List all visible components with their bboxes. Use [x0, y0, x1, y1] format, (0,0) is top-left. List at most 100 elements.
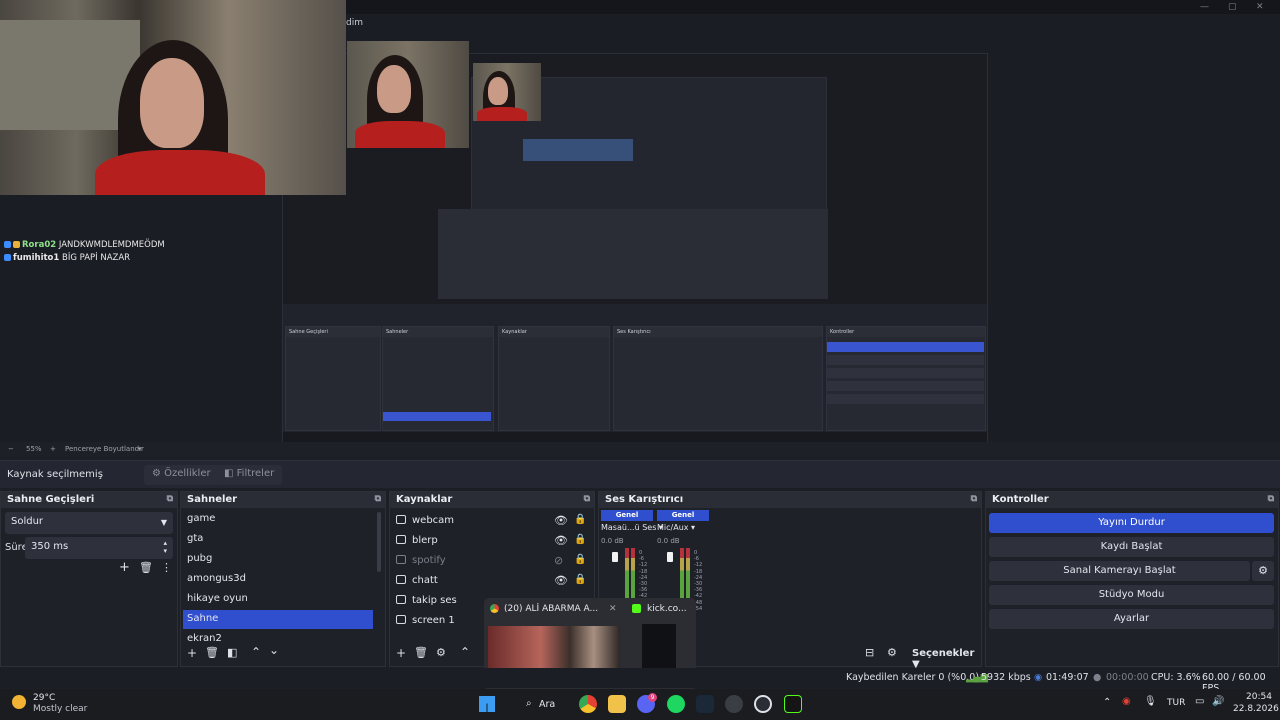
- weather-temp[interactable]: 29°C: [33, 693, 55, 703]
- microphone-icon[interactable]: 🎙: [1144, 696, 1157, 707]
- language-indicator[interactable]: TUR: [1167, 698, 1185, 708]
- source-item[interactable]: webcam 👁 🔒: [394, 512, 586, 531]
- more-vertical-icon[interactable]: ⋮: [161, 561, 172, 574]
- thumbnail-tab-title[interactable]: kick.co...: [647, 604, 687, 614]
- maximize-icon[interactable]: ▢: [1228, 2, 1237, 12]
- app-icon[interactable]: [725, 695, 743, 713]
- window-title: dim: [346, 18, 363, 28]
- search-icon[interactable]: ⌕: [526, 698, 532, 709]
- windows-start-icon[interactable]: [479, 696, 495, 712]
- trash-icon[interactable]: 🗑: [139, 561, 153, 574]
- scene-item-selected[interactable]: Sahne: [183, 610, 373, 629]
- gear-icon[interactable]: ⚙: [1252, 561, 1274, 581]
- virtual-cam-button[interactable]: Sanal Kamerayı Başlat: [989, 561, 1250, 581]
- undock-icon[interactable]: ⧉: [375, 494, 381, 504]
- scene-item[interactable]: hikaye oyun: [183, 590, 373, 609]
- stream-icon: ◉: [1034, 672, 1043, 683]
- source-item[interactable]: blerp 👁 🔒: [394, 532, 586, 551]
- advanced-audio-icon[interactable]: ⚙: [887, 646, 897, 659]
- channel-name: Masaü...ü Ses: [601, 523, 657, 532]
- obs-icon[interactable]: [754, 695, 772, 713]
- weather-desc[interactable]: Mostly clear: [33, 704, 87, 714]
- mixer-options-button[interactable]: Seçenekler ▼: [912, 648, 981, 670]
- weather-moon-icon[interactable]: [12, 695, 26, 709]
- volume-fader[interactable]: [612, 552, 618, 562]
- visibility-eye-icon[interactable]: 👁: [554, 514, 568, 527]
- zoom-out-icon[interactable]: −: [8, 445, 14, 453]
- channel-name-row[interactable]: Masaü...ü Ses ▾: [601, 523, 663, 532]
- scene-item[interactable]: amongus3d: [183, 570, 373, 589]
- visibility-eye-icon[interactable]: 👁: [554, 574, 568, 587]
- volume-icon[interactable]: 🔊: [1212, 696, 1224, 707]
- filters-button[interactable]: ◧ Filtreler: [216, 465, 283, 485]
- preview-canvas[interactable]: Sahne Geçişleri Sahneler Kaynaklar Ses K…: [0, 0, 1280, 451]
- chrome-icon[interactable]: [579, 695, 597, 713]
- app-icon[interactable]: [784, 695, 802, 713]
- undock-icon[interactable]: ⧉: [971, 494, 977, 504]
- nested-button: [827, 394, 984, 404]
- close-icon[interactable]: ✕: [609, 604, 617, 614]
- chevron-up-icon[interactable]: ⌃: [1103, 697, 1111, 708]
- chat-badge-icon: [4, 241, 11, 248]
- source-item[interactable]: spotify ⊘ 🔒: [394, 552, 586, 571]
- visibility-eye-icon[interactable]: 👁: [554, 534, 568, 547]
- layout-toggle-icon[interactable]: ⊟: [865, 646, 874, 659]
- scene-filter-icon[interactable]: ◧: [227, 646, 237, 659]
- add-icon[interactable]: +: [187, 646, 197, 660]
- tray-app-icon[interactable]: ◉: [1122, 696, 1131, 707]
- transition-select[interactable]: Soldur ▼: [5, 512, 173, 534]
- gear-icon[interactable]: ⚙: [436, 646, 446, 659]
- studio-mode-button[interactable]: Stüdyo Modu: [989, 585, 1274, 605]
- lock-icon[interactable]: 🔒: [574, 534, 586, 545]
- dock-title: Kontroller ⧉: [986, 492, 1278, 508]
- chevron-down-icon[interactable]: ▾: [138, 445, 142, 453]
- close-icon[interactable]: ✕: [1256, 2, 1264, 12]
- move-up-icon[interactable]: ⌃: [251, 645, 261, 659]
- undock-icon[interactable]: ⧉: [167, 494, 173, 504]
- move-down-icon[interactable]: ⌄: [269, 643, 279, 657]
- start-record-button[interactable]: Kaydı Başlat: [989, 537, 1274, 557]
- network-icon[interactable]: ▭: [1195, 696, 1204, 707]
- move-up-icon[interactable]: ⌃: [460, 645, 470, 659]
- lock-icon[interactable]: 🔒: [574, 574, 586, 585]
- spotify-icon[interactable]: [667, 695, 685, 713]
- search-label[interactable]: Ara: [539, 699, 555, 710]
- scene-item[interactable]: gta: [183, 530, 373, 549]
- undock-icon[interactable]: ⧉: [1268, 494, 1274, 504]
- file-explorer-icon[interactable]: [608, 695, 626, 713]
- channel-name: Mic/Aux: [657, 523, 689, 532]
- no-source-label: Kaynak seçilmemiş: [7, 469, 103, 480]
- chrome-icon: [490, 604, 499, 613]
- settings-button[interactable]: Ayarlar: [989, 609, 1274, 629]
- undock-icon[interactable]: ⧉: [584, 494, 590, 504]
- hidden-eye-icon[interactable]: ⊘: [554, 554, 563, 567]
- lock-icon[interactable]: 🔒: [574, 514, 586, 525]
- source-name: spotify: [412, 555, 446, 566]
- thumbnail-tab-title[interactable]: (20) ALİ ABARMA A...: [504, 604, 598, 614]
- sources-title: Kaynaklar: [396, 494, 453, 505]
- volume-fader[interactable]: [667, 552, 673, 562]
- spinner-icon[interactable]: ▴ ▾: [163, 539, 167, 555]
- clock-date[interactable]: 22.8.2026: [1233, 704, 1279, 714]
- add-transition-icon[interactable]: +: [119, 560, 130, 575]
- scene-item[interactable]: pubg: [183, 550, 373, 569]
- add-icon[interactable]: +: [396, 646, 406, 660]
- duration-input[interactable]: 350 ms ▴ ▾: [25, 537, 173, 559]
- zoom-mode[interactable]: Pencereye Boyutlandır: [65, 445, 144, 453]
- browser-source-icon: [396, 575, 406, 584]
- clock-time[interactable]: 20:54: [1246, 692, 1272, 702]
- scene-item[interactable]: game: [183, 510, 373, 529]
- source-item[interactable]: chatt 👁 🔒: [394, 572, 586, 591]
- zoom-in-icon[interactable]: +: [50, 445, 56, 453]
- record-time: 00:00:00: [1106, 672, 1149, 683]
- scrollbar[interactable]: [377, 512, 381, 572]
- trash-icon[interactable]: 🗑: [205, 646, 219, 659]
- bitrate: 5932 kbps: [981, 672, 1031, 683]
- lock-icon[interactable]: 🔒: [574, 554, 586, 565]
- minimize-icon[interactable]: —: [1200, 2, 1209, 12]
- properties-button[interactable]: ⚙ Özellikler: [144, 465, 219, 485]
- steam-icon[interactable]: [696, 695, 714, 713]
- stop-stream-button[interactable]: Yayını Durdur: [989, 513, 1274, 533]
- channel-name-row[interactable]: Mic/Aux ▾: [657, 523, 709, 532]
- trash-icon[interactable]: 🗑: [414, 646, 428, 659]
